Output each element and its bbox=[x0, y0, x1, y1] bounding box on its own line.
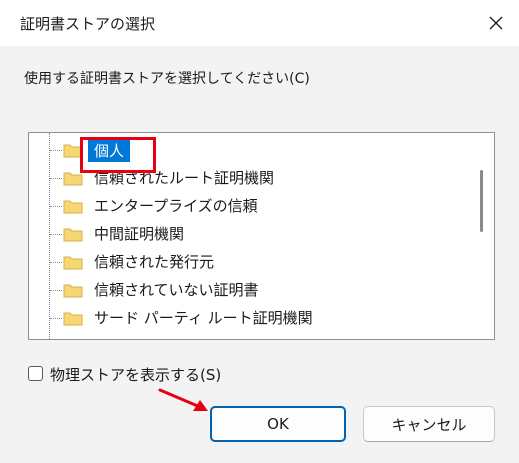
instruction-text: 使用する証明書ストアを選択してください(C) bbox=[24, 71, 310, 87]
folder-icon bbox=[63, 256, 83, 270]
title-bar: 証明書ストアの選択 bbox=[0, 0, 519, 46]
folder-icon bbox=[63, 312, 83, 326]
tree-scrollbar-thumb[interactable] bbox=[480, 170, 483, 232]
close-button[interactable] bbox=[473, 0, 519, 46]
show-physical-stores-checkbox[interactable] bbox=[28, 366, 43, 381]
tree-item-label: 中間証明機関 bbox=[94, 225, 185, 243]
tree-item-enterprise-trust[interactable]: エンタープライズの信頼 bbox=[29, 193, 469, 219]
tree-item-trusted-publishers[interactable]: 信頼された発行元 bbox=[29, 249, 469, 275]
dialog-title: 証明書ストアの選択 bbox=[20, 15, 156, 33]
tree-item-label: エンタープライズの信頼 bbox=[94, 197, 258, 215]
tree-item-intermediate[interactable]: 中間証明機関 bbox=[29, 221, 469, 247]
tree-item-label: サード パーティ ルート証明機関 bbox=[94, 309, 313, 327]
annotation-highlight-box bbox=[80, 137, 156, 173]
tree-item-label: 信頼された発行元 bbox=[94, 253, 215, 271]
checkbox-label: 物理ストアを表示する(S) bbox=[50, 366, 222, 384]
annotation-arrow-icon bbox=[158, 388, 208, 411]
tree-item-untrusted[interactable]: 信頼されていない証明書 bbox=[29, 277, 469, 303]
tree-item-label: 信頼されていない証明書 bbox=[94, 281, 259, 299]
certificate-store-dialog: 証明書ストアの選択 使用する証明書ストアを選択してください(C) 個人 信頼され… bbox=[0, 0, 519, 463]
folder-icon bbox=[63, 284, 83, 298]
folder-icon bbox=[63, 228, 83, 242]
folder-icon bbox=[63, 200, 83, 214]
tree-item-third-party-root[interactable]: サード パーティ ルート証明機関 bbox=[29, 305, 469, 331]
cancel-button[interactable]: キャンセル bbox=[363, 406, 495, 442]
ok-button[interactable]: OK bbox=[210, 406, 346, 442]
close-icon bbox=[489, 16, 503, 30]
